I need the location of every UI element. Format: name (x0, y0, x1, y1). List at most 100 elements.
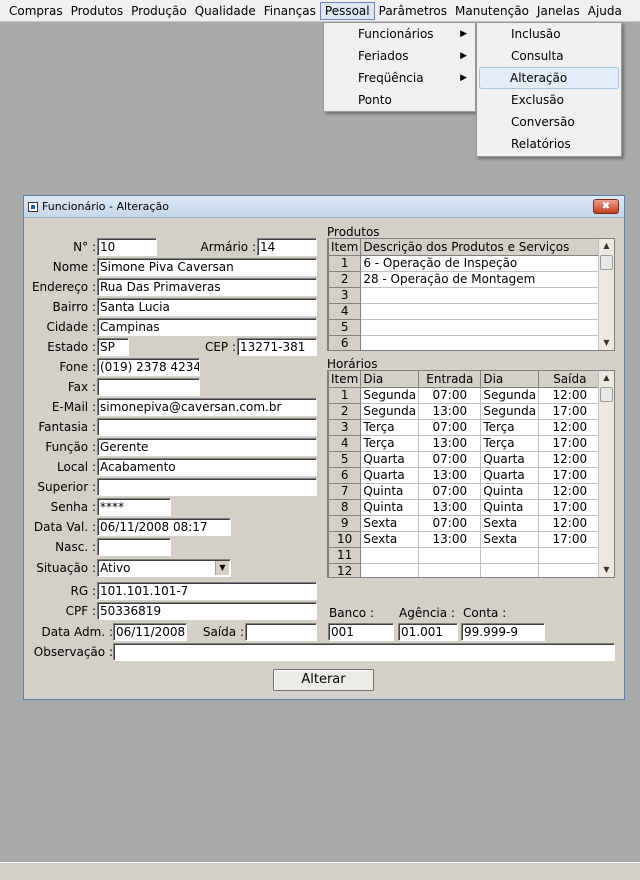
bairro-field[interactable]: Santa Lucia (97, 298, 317, 316)
observacao-field[interactable] (113, 643, 615, 661)
close-button[interactable]: ✖ (593, 199, 619, 214)
horario-entrada-cell[interactable]: 07:00 (418, 450, 482, 468)
horario-dia2-cell[interactable]: Segunda (480, 402, 540, 420)
horario-dia2-cell[interactable]: Quarta (480, 450, 540, 468)
chevron-down-icon[interactable]: ▼ (215, 561, 229, 575)
scroll-down-icon[interactable]: ▼ (599, 336, 614, 350)
horario-dia-cell[interactable] (360, 562, 420, 577)
cep-field[interactable]: 13271-381 (237, 338, 317, 356)
horario-dia-cell[interactable] (360, 546, 420, 564)
horario-entrada-cell[interactable]: 07:00 (418, 514, 482, 532)
horario-dia-cell[interactable]: Terça (360, 434, 420, 452)
menu-manutencao[interactable]: Manutenção (451, 2, 533, 20)
menu-janelas[interactable]: Janelas (533, 2, 584, 20)
table-row[interactable]: 5 (328, 318, 602, 336)
horario-saida-cell[interactable]: 17:00 (538, 434, 602, 452)
submenu-item-consulta[interactable]: Consulta (477, 45, 621, 67)
table-row[interactable]: 8 Quinta 13:00 Quinta 17:00 (328, 498, 602, 516)
horario-dia2-cell[interactable]: Quinta (480, 482, 540, 500)
menu-item-funcionarios[interactable]: Funcionários ▶ (324, 23, 475, 45)
table-row[interactable]: 6 (328, 334, 602, 350)
funcao-field[interactable]: Gerente (97, 438, 317, 456)
table-row[interactable]: 2 28 - Operação de Montagem (328, 270, 602, 288)
produtos-scrollbar[interactable]: ▲ ▼ (598, 239, 614, 350)
submenu-item-alteracao[interactable]: Alteração (479, 67, 619, 89)
menu-item-feriados[interactable]: Feriados ▶ (324, 45, 475, 67)
horario-entrada-cell[interactable] (418, 562, 482, 577)
scroll-thumb[interactable] (600, 387, 613, 402)
data-adm-field[interactable]: 06/11/2008 (113, 623, 187, 641)
scroll-up-icon[interactable]: ▲ (599, 371, 614, 385)
rg-field[interactable]: 101.101.101-7 (97, 582, 317, 600)
agencia-field[interactable]: 01.001 (398, 623, 458, 641)
horario-entrada-cell[interactable]: 13:00 (418, 402, 482, 420)
table-row[interactable]: 5 Quarta 07:00 Quarta 12:00 (328, 450, 602, 468)
horario-dia-cell[interactable]: Segunda (360, 402, 420, 420)
horario-dia2-cell[interactable]: Sexta (480, 530, 540, 548)
horario-dia-cell[interactable]: Segunda (360, 386, 420, 404)
horario-entrada-cell[interactable]: 07:00 (418, 482, 482, 500)
menu-item-frequencia[interactable]: Freqüência ▶ (324, 67, 475, 89)
submenu-item-exclusao[interactable]: Exclusão (477, 89, 621, 111)
conta-field[interactable]: 99.999-9 (461, 623, 545, 641)
horario-dia2-cell[interactable]: Segunda (480, 386, 540, 404)
superior-field[interactable] (97, 478, 317, 496)
table-row[interactable]: 3 (328, 286, 602, 304)
situacao-select[interactable]: Ativo ▼ (97, 559, 231, 577)
table-row[interactable]: 4 (328, 302, 602, 320)
horario-dia2-cell[interactable] (480, 562, 540, 577)
horario-entrada-cell[interactable]: 13:00 (418, 498, 482, 516)
horario-dia-cell[interactable]: Quinta (360, 482, 420, 500)
submenu-item-inclusao[interactable]: Inclusão (477, 23, 621, 45)
horario-entrada-cell[interactable]: 13:00 (418, 434, 482, 452)
horario-saida-cell[interactable] (538, 546, 602, 564)
fantasia-field[interactable] (97, 418, 317, 436)
fax-field[interactable] (97, 378, 200, 396)
menu-parametros[interactable]: Parâmetros (375, 2, 451, 20)
email-field[interactable]: simonepiva@caversan.com.br (97, 398, 317, 416)
menu-ajuda[interactable]: Ajuda (584, 2, 626, 20)
horario-saida-cell[interactable]: 12:00 (538, 386, 602, 404)
table-row[interactable]: 4 Terça 13:00 Terça 17:00 (328, 434, 602, 452)
menu-financas[interactable]: Finanças (260, 2, 320, 20)
table-row[interactable]: 12 (328, 562, 602, 577)
table-row[interactable]: 9 Sexta 07:00 Sexta 12:00 (328, 514, 602, 532)
horario-dia-cell[interactable]: Sexta (360, 530, 420, 548)
produto-desc-cell[interactable] (360, 334, 602, 350)
horario-dia2-cell[interactable]: Sexta (480, 514, 540, 532)
horario-saida-cell[interactable]: 17:00 (538, 402, 602, 420)
horario-saida-cell[interactable] (538, 562, 602, 577)
horario-saida-cell[interactable]: 12:00 (538, 450, 602, 468)
menu-item-ponto[interactable]: Ponto (324, 89, 475, 111)
produto-desc-cell[interactable] (360, 302, 602, 320)
senha-field[interactable]: **** (97, 498, 171, 516)
horario-saida-cell[interactable]: 17:00 (538, 466, 602, 484)
saida-field[interactable] (245, 623, 317, 641)
horario-saida-cell[interactable]: 17:00 (538, 530, 602, 548)
table-row[interactable]: 11 (328, 546, 602, 564)
produto-desc-cell[interactable]: 28 - Operação de Montagem (360, 270, 602, 288)
horario-dia2-cell[interactable]: Terça (480, 434, 540, 452)
window-titlebar[interactable]: Funcionário - Alteração ✖ (24, 196, 624, 218)
cidade-field[interactable]: Campinas (97, 318, 317, 336)
scroll-down-icon[interactable]: ▼ (599, 563, 614, 577)
horario-dia-cell[interactable]: Quarta (360, 466, 420, 484)
horario-entrada-cell[interactable]: 07:00 (418, 418, 482, 436)
table-row[interactable]: 2 Segunda 13:00 Segunda 17:00 (328, 402, 602, 420)
produto-desc-cell[interactable] (360, 286, 602, 304)
submenu-item-conversao[interactable]: Conversão (477, 111, 621, 133)
scroll-up-icon[interactable]: ▲ (599, 239, 614, 253)
horarios-grid[interactable]: Item Dia Entrada Dia Saída 1 Segunda 07:00… (327, 370, 615, 578)
table-row[interactable]: 1 Segunda 07:00 Segunda 12:00 (328, 386, 602, 404)
local-field[interactable]: Acabamento (97, 458, 317, 476)
horario-entrada-cell[interactable] (418, 546, 482, 564)
alterar-button[interactable]: Alterar (273, 669, 374, 691)
menu-pessoal[interactable]: Pessoal (319, 1, 375, 20)
scroll-thumb[interactable] (600, 255, 613, 270)
table-row[interactable]: 6 Quarta 13:00 Quarta 17:00 (328, 466, 602, 484)
submenu-item-relatorios[interactable]: Relatórios (477, 133, 621, 155)
banco-field[interactable]: 001 (328, 623, 394, 641)
horario-saida-cell[interactable]: 17:00 (538, 498, 602, 516)
fone-field[interactable]: (019) 2378 4234 (97, 358, 200, 376)
table-row[interactable]: 16 - Operação de Inspeção (328, 254, 602, 272)
